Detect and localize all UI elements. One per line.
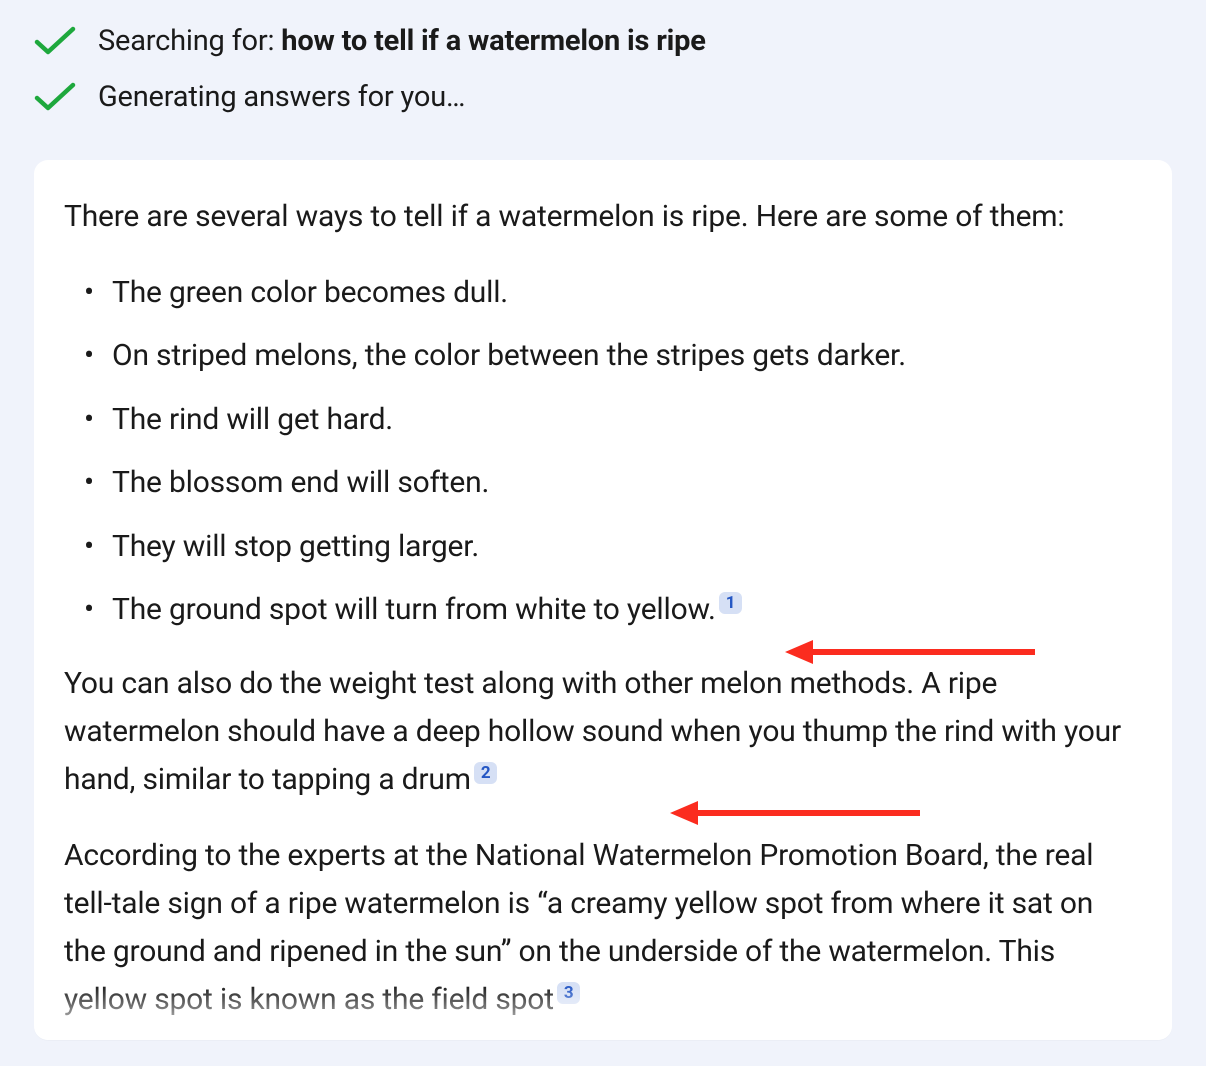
- bullet-text: They will stop getting larger.: [112, 529, 479, 564]
- bullet-text: The green color becomes dull.: [112, 275, 508, 310]
- list-item: The ground spot will turn from white to …: [64, 588, 1142, 632]
- bullet-text: The ground spot will turn from white to …: [112, 592, 716, 627]
- search-prefix: Searching for:: [98, 24, 281, 58]
- check-icon: [34, 81, 76, 113]
- answer-card: There are several ways to tell if a wate…: [34, 160, 1172, 1040]
- bullet-text: The rind will get hard.: [112, 402, 393, 437]
- answer-intro: There are several ways to tell if a wate…: [64, 194, 1142, 241]
- answer-paragraph: You can also do the weight test along wi…: [64, 660, 1142, 804]
- bullet-text: On striped melons, the color between the…: [112, 338, 906, 373]
- list-item: They will stop getting larger.: [64, 525, 1142, 569]
- citation-badge[interactable]: 2: [474, 762, 498, 784]
- list-item: On striped melons, the color between the…: [64, 334, 1142, 378]
- paragraph-text: You can also do the weight test along wi…: [64, 666, 1121, 797]
- status-line-generating: Generating answers for you…: [34, 80, 1172, 114]
- bullet-text: The blossom end will soften.: [112, 465, 489, 500]
- answer-paragraph: According to the experts at the National…: [64, 832, 1142, 1024]
- check-icon: [34, 25, 76, 57]
- status-area: Searching for: how to tell if a watermel…: [0, 0, 1206, 146]
- list-item: The green color becomes dull.: [64, 271, 1142, 315]
- generating-text: Generating answers for you…: [98, 80, 465, 114]
- status-line-searching: Searching for: how to tell if a watermel…: [34, 24, 1172, 58]
- answer-bullet-list: The green color becomes dull. On striped…: [64, 271, 1142, 632]
- searching-text: Searching for: how to tell if a watermel…: [98, 24, 706, 58]
- citation-badge[interactable]: 1: [719, 592, 743, 614]
- search-query: how to tell if a watermelon is ripe: [281, 24, 705, 58]
- list-item: The blossom end will soften.: [64, 461, 1142, 505]
- citation-badge[interactable]: 3: [557, 982, 581, 1004]
- list-item: The rind will get hard.: [64, 398, 1142, 442]
